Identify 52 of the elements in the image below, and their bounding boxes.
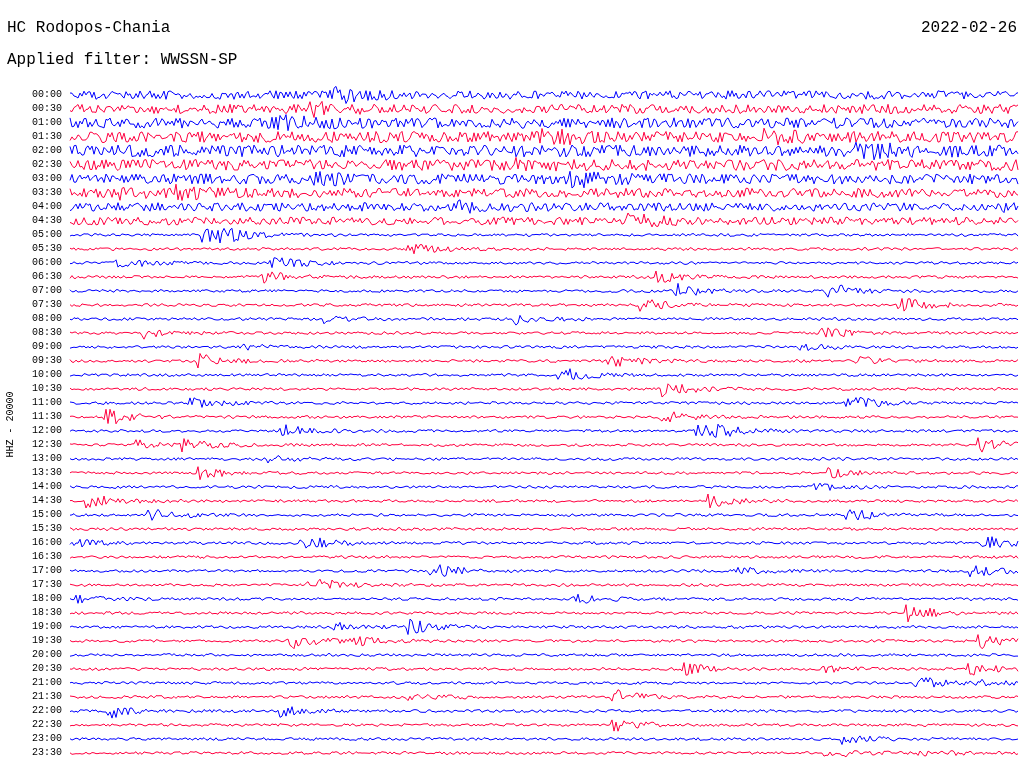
time-label: 23:30: [31, 748, 62, 758]
time-label: 02:00: [31, 146, 62, 156]
station-title: HC Rodopos-Chania: [7, 20, 171, 36]
time-label: 09:30: [31, 356, 62, 366]
time-label: 16:00: [31, 538, 62, 548]
time-label: 14:30: [31, 496, 62, 506]
time-label: 15:30: [31, 524, 62, 534]
time-label: 10:30: [31, 384, 62, 394]
time-label: 08:30: [31, 328, 62, 338]
time-label: 22:30: [31, 720, 62, 730]
time-label: 04:30: [31, 216, 62, 226]
time-label: 05:30: [31, 244, 62, 254]
time-label: 12:00: [31, 426, 62, 436]
time-label: 21:00: [31, 678, 62, 688]
time-label: 07:30: [31, 300, 62, 310]
filter-label: Applied filter: WWSSN-SP: [7, 51, 238, 69]
time-label: 15:00: [31, 510, 62, 520]
time-label: 06:00: [31, 258, 62, 268]
time-label: 20:00: [31, 650, 62, 660]
date-label: 2022-02-26: [921, 20, 1017, 36]
time-label: 16:30: [31, 552, 62, 562]
time-label: 18:30: [31, 608, 62, 618]
time-label: 20:30: [31, 664, 62, 674]
axis-label: HHZ - 20000: [3, 391, 17, 457]
time-label: 08:00: [31, 314, 62, 324]
time-label: 01:30: [31, 132, 62, 142]
time-label: 21:30: [31, 692, 62, 702]
time-label: 11:30: [31, 412, 62, 422]
time-label: 12:30: [31, 440, 62, 450]
time-label: 19:30: [31, 636, 62, 646]
time-label: 03:30: [31, 188, 62, 198]
time-label: 22:00: [31, 706, 62, 716]
time-label: 13:30: [31, 468, 62, 478]
time-label: 03:00: [31, 174, 62, 184]
time-label: 18:00: [31, 594, 62, 604]
time-label: 07:00: [31, 286, 62, 296]
time-label: 11:00: [31, 398, 62, 408]
time-label: 06:30: [31, 272, 62, 282]
time-label: 02:30: [31, 160, 62, 170]
time-label: 00:30: [31, 104, 62, 114]
time-label: 04:00: [31, 202, 62, 212]
time-label: 14:00: [31, 482, 62, 492]
time-label: 23:00: [31, 734, 62, 744]
time-label: 17:00: [31, 566, 62, 576]
time-label: 01:00: [31, 118, 62, 128]
time-label: 13:00: [31, 454, 62, 464]
time-label: 19:00: [31, 622, 62, 632]
time-label: 00:00: [31, 90, 62, 100]
time-label: 17:30: [31, 580, 62, 590]
time-label: 09:00: [31, 342, 62, 352]
time-label: 05:00: [31, 230, 62, 240]
time-label: 10:00: [31, 370, 62, 380]
